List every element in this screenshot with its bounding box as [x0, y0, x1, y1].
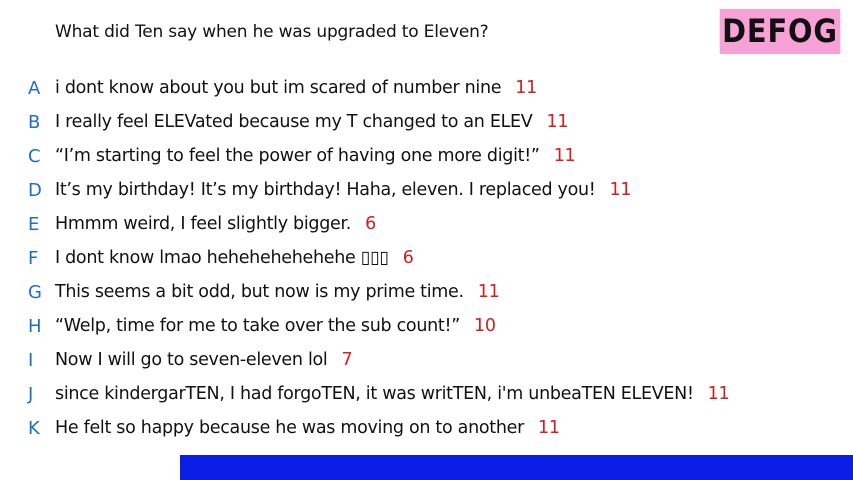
answer-letter: C: [28, 145, 41, 167]
answer-text: i dont know about you but im scared of n…: [55, 78, 537, 98]
answer-text-content: i dont know about you but im scared of n…: [55, 78, 502, 98]
answer-text-content: I dont know lmao hehehehehehehe ▯▯▯: [55, 248, 389, 268]
answer-text: “I’m starting to feel the power of havin…: [55, 146, 576, 166]
answer-row-g: G This seems a bit odd, but now is my pr…: [0, 275, 853, 309]
answer-row-a: A i dont know about you but im scared of…: [0, 71, 853, 105]
answer-text: He felt so happy because he was moving o…: [55, 418, 560, 438]
answer-score: 11: [609, 180, 632, 200]
answer-row-d: D It’s my birthday! It’s my birthday! Ha…: [0, 173, 853, 207]
answer-score: 11: [553, 146, 576, 166]
answer-letter: F: [28, 247, 39, 269]
answer-text: It’s my birthday! It’s my birthday! Haha…: [55, 180, 631, 200]
answer-letter: G: [28, 281, 42, 303]
bottom-bar: [180, 455, 853, 480]
answer-row-i: I Now I will go to seven-eleven lol 7: [0, 343, 853, 377]
answer-row-h: H “Welp, time for me to take over the su…: [0, 309, 853, 343]
answer-letter: J: [28, 383, 34, 405]
answer-text-content: Now I will go to seven-eleven lol: [55, 350, 328, 370]
answer-letter: D: [28, 179, 42, 201]
answer-score: 11: [707, 384, 730, 404]
answer-text-content: “I’m starting to feel the power of havin…: [55, 146, 540, 166]
answer-list: A i dont know about you but im scared of…: [0, 71, 853, 445]
answer-text: Now I will go to seven-eleven lol 7: [55, 350, 353, 370]
answer-letter: I: [28, 349, 34, 371]
answer-text: Hmmm weird, I feel slightly bigger. 6: [55, 214, 376, 234]
answer-text: “Welp, time for me to take over the sub …: [55, 316, 496, 336]
answer-text-content: Hmmm weird, I feel slightly bigger.: [55, 214, 352, 234]
answer-letter: A: [28, 77, 41, 99]
answer-text: I dont know lmao hehehehehehehe ▯▯▯ 6: [55, 248, 414, 268]
answer-row-b: B I really feel ELEVated because my T ch…: [0, 105, 853, 139]
answer-row-k: K He felt so happy because he was moving…: [0, 411, 853, 445]
answer-text: I really feel ELEVated because my T chan…: [55, 112, 568, 132]
answer-text: since kindergarTEN, I had forgoTEN, it w…: [55, 384, 730, 404]
answer-letter: H: [28, 315, 42, 337]
answer-score: 6: [402, 248, 414, 268]
answer-letter: B: [28, 111, 41, 133]
answer-score: 11: [538, 418, 560, 438]
answer-text-content: He felt so happy because he was moving o…: [55, 418, 525, 438]
answer-text-content: This seems a bit odd, but now is my prim…: [55, 282, 464, 302]
answer-text: This seems a bit odd, but now is my prim…: [55, 282, 500, 302]
answer-score: 10: [473, 316, 496, 336]
answer-score: 11: [477, 282, 500, 302]
answer-score: 11: [546, 112, 569, 132]
answer-letter: K: [28, 417, 40, 439]
answer-text-content: “Welp, time for me to take over the sub …: [55, 316, 460, 336]
answer-score: 7: [341, 350, 353, 370]
answer-letter: E: [28, 213, 40, 235]
answer-text-content: I really feel ELEVated because my T chan…: [55, 112, 533, 132]
answer-row-j: J since kindergarTEN, I had forgoTEN, it…: [0, 377, 853, 411]
answer-score: 6: [365, 214, 376, 234]
answer-text-content: It’s my birthday! It’s my birthday! Haha…: [55, 180, 596, 200]
answer-row-e: E Hmmm weird, I feel slightly bigger. 6: [0, 207, 853, 241]
answer-text-content: since kindergarTEN, I had forgoTEN, it w…: [55, 384, 694, 404]
answer-row-f: F I dont know lmao hehehehehehehe ▯▯▯ 6: [0, 241, 853, 275]
answer-score: 11: [515, 78, 537, 98]
answer-row-c: C “I’m starting to feel the power of hav…: [0, 139, 853, 173]
defog-logo: DEFOG: [719, 9, 841, 54]
question-text: What did Ten say when he was upgraded to…: [55, 22, 489, 42]
